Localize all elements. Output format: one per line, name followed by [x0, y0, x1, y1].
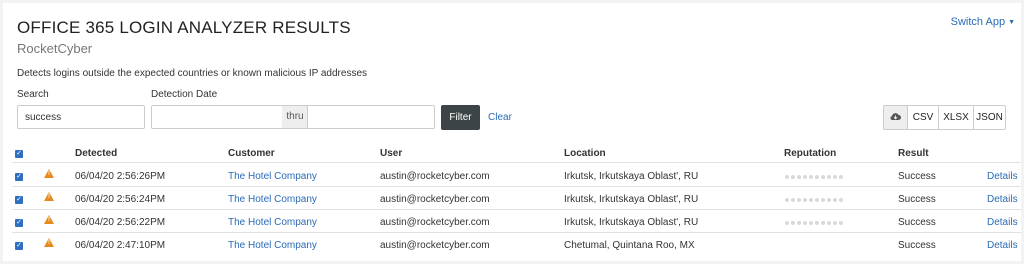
warning-icon: ! — [44, 238, 54, 247]
result-cell: Success — [898, 217, 936, 228]
clear-link[interactable]: Clear — [488, 112, 512, 123]
detected-cell: 06/04/20 2:47:10PM — [75, 240, 166, 251]
location-cell: Irkutsk, Irkutskaya Oblast', RU — [564, 217, 699, 228]
customer-link[interactable]: The Hotel Company — [228, 171, 317, 182]
warning-icon: ! — [44, 192, 54, 201]
caret-down-icon: ▼ — [1008, 18, 1015, 26]
date-to-input[interactable] — [307, 105, 435, 129]
location-cell: Irkutsk, Irkutskaya Oblast', RU — [564, 194, 699, 205]
user-cell: austin@rocketcyber.com — [380, 217, 490, 228]
export-csv-button[interactable]: CSV — [907, 105, 939, 130]
reputation-indicator — [785, 175, 843, 179]
select-all-checkbox[interactable]: ✓ — [15, 150, 23, 158]
export-button-group: CSV XLSX JSON — [883, 105, 1006, 130]
row-checkbox[interactable]: ✓ — [15, 242, 23, 250]
switch-app-label: Switch App — [950, 16, 1006, 28]
customer-link[interactable]: The Hotel Company — [228, 240, 317, 251]
date-from-input[interactable] — [151, 105, 283, 129]
warning-icon: ! — [44, 169, 54, 178]
page-subtitle: RocketCyber — [17, 41, 93, 56]
location-cell: Irkutsk, Irkutskaya Oblast', RU — [564, 171, 699, 182]
detected-cell: 06/04/20 2:56:26PM — [75, 171, 166, 182]
row-divider — [12, 186, 1021, 187]
results-panel: OFFICE 365 LOGIN ANALYZER RESULTS Rocket… — [3, 3, 1021, 261]
result-cell: Success — [898, 171, 936, 182]
detection-date-label: Detection Date — [151, 89, 218, 100]
row-checkbox[interactable]: ✓ — [15, 196, 23, 204]
search-label: Search — [17, 89, 49, 100]
cloud-download-icon[interactable] — [883, 105, 908, 130]
column-header-result[interactable]: Result — [898, 148, 929, 159]
details-link[interactable]: Details — [987, 171, 1018, 182]
row-checkbox[interactable]: ✓ — [15, 219, 23, 227]
row-divider — [12, 209, 1021, 210]
row-checkbox[interactable]: ✓ — [15, 173, 23, 181]
location-cell: Chetumal, Quintana Roo, MX — [564, 240, 695, 251]
page-description: Detects logins outside the expected coun… — [17, 68, 368, 79]
result-cell: Success — [898, 194, 936, 205]
detected-cell: 06/04/20 2:56:24PM — [75, 194, 166, 205]
details-link[interactable]: Details — [987, 240, 1018, 251]
customer-link[interactable]: The Hotel Company — [228, 217, 317, 228]
page-title: OFFICE 365 LOGIN ANALYZER RESULTS — [17, 18, 351, 37]
header-divider — [12, 162, 1021, 163]
user-cell: austin@rocketcyber.com — [380, 194, 490, 205]
warning-icon: ! — [44, 215, 54, 224]
switch-app-dropdown[interactable]: Switch App ▼ — [951, 16, 1015, 28]
column-header-user[interactable]: User — [380, 148, 402, 159]
filter-button[interactable]: Filter — [441, 105, 480, 130]
search-input[interactable] — [17, 105, 145, 129]
reputation-indicator — [785, 221, 843, 225]
details-link[interactable]: Details — [987, 194, 1018, 205]
customer-link[interactable]: The Hotel Company — [228, 194, 317, 205]
export-json-button[interactable]: JSON — [973, 105, 1006, 130]
column-header-customer[interactable]: Customer — [228, 148, 275, 159]
column-header-detected[interactable]: Detected — [75, 148, 117, 159]
details-link[interactable]: Details — [987, 217, 1018, 228]
reputation-indicator — [785, 198, 843, 202]
column-header-reputation[interactable]: Reputation — [784, 148, 836, 159]
user-cell: austin@rocketcyber.com — [380, 240, 490, 251]
row-divider — [12, 232, 1021, 233]
user-cell: austin@rocketcyber.com — [380, 171, 490, 182]
export-xlsx-button[interactable]: XLSX — [938, 105, 974, 130]
detected-cell: 06/04/20 2:56:22PM — [75, 217, 166, 228]
thru-label: thru — [282, 105, 308, 129]
column-header-location[interactable]: Location — [564, 148, 606, 159]
result-cell: Success — [898, 240, 936, 251]
